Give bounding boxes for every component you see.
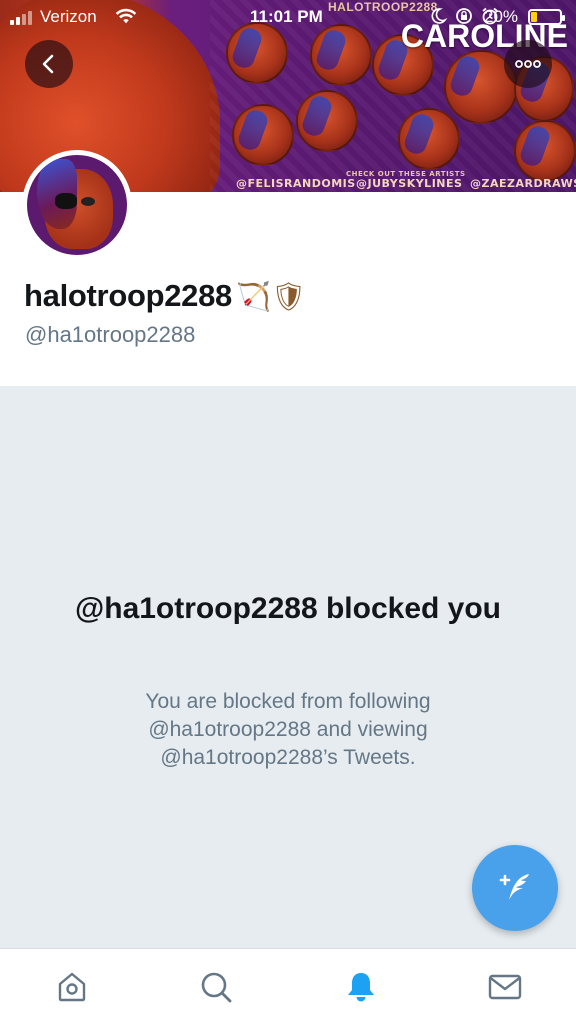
more-options-button[interactable] bbox=[504, 40, 552, 88]
banner-sticker bbox=[296, 90, 358, 152]
status-time: 11:01 PM bbox=[250, 7, 323, 26]
profile-handle: @ha1otroop2288 bbox=[25, 322, 196, 347]
bell-icon bbox=[348, 973, 374, 1002]
banner-credit: @ZAEZARDRAWS bbox=[470, 177, 576, 190]
back-button[interactable] bbox=[25, 40, 73, 88]
tab-notifications[interactable] bbox=[343, 969, 379, 1005]
status-bar: Verizon 11:01 PM 20% bbox=[0, 0, 576, 34]
banner-credit: @JUBYSKYLINES bbox=[356, 177, 463, 190]
battery-icon bbox=[528, 9, 565, 25]
wifi-icon bbox=[115, 8, 137, 24]
compose-tweet-icon bbox=[499, 874, 529, 900]
tab-home[interactable] bbox=[54, 969, 90, 1005]
avatar-eyepatch bbox=[55, 193, 77, 209]
tab-messages[interactable] bbox=[487, 969, 523, 1005]
moon-icon bbox=[431, 8, 448, 24]
display-name-row: halotroop2288 🏹🛡 bbox=[24, 278, 306, 314]
rotation-lock-icon bbox=[456, 8, 472, 24]
search-icon bbox=[201, 972, 232, 1003]
banner-credit: @FELISRANDOMIS bbox=[236, 177, 356, 190]
home-icon bbox=[58, 972, 86, 1002]
display-name: halotroop2288 bbox=[24, 278, 232, 313]
avatar[interactable] bbox=[22, 150, 132, 260]
blocked-description: You are blocked from following @ha1otroo… bbox=[145, 690, 431, 769]
compose-tweet-button[interactable] bbox=[472, 845, 558, 931]
banner-sticker bbox=[232, 104, 294, 166]
chevron-left-icon bbox=[42, 54, 54, 74]
name-emoji: 🏹🛡 bbox=[235, 279, 307, 313]
carrier-name: Verizon bbox=[40, 7, 97, 26]
banner-sticker bbox=[398, 108, 460, 170]
mail-icon bbox=[488, 974, 522, 1000]
more-dots-icon bbox=[515, 60, 541, 68]
tab-search[interactable] bbox=[198, 969, 234, 1005]
battery-percent: 20% bbox=[484, 7, 519, 26]
banner-sticker bbox=[514, 120, 576, 182]
avatar-eye bbox=[81, 197, 95, 206]
blocked-title: @ha1otroop2288 blocked you bbox=[74, 592, 502, 625]
signal-icon bbox=[10, 11, 32, 25]
bottom-tab-bar bbox=[0, 948, 576, 1024]
